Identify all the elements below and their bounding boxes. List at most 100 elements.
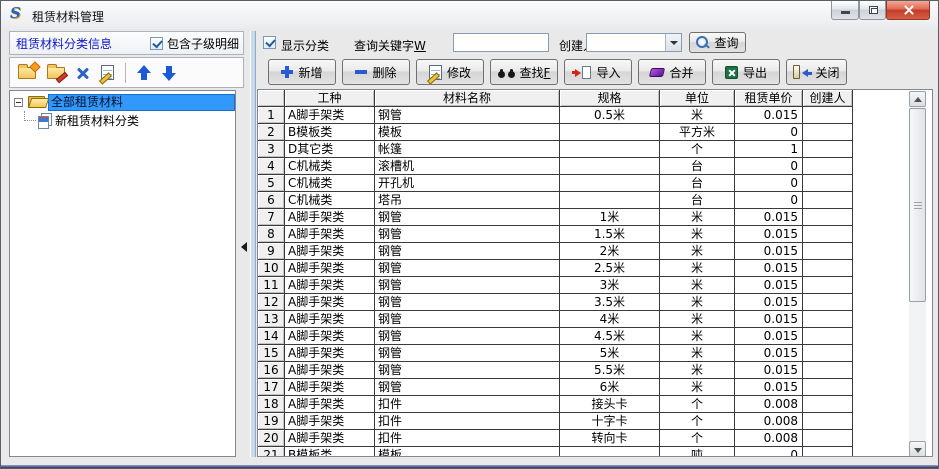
data-cell[interactable]: 0 xyxy=(735,175,803,192)
data-cell[interactable]: 0.015 xyxy=(735,328,803,345)
edit-category-icon[interactable] xyxy=(47,67,65,79)
data-cell[interactable] xyxy=(803,277,853,294)
data-cell[interactable]: 钢管 xyxy=(375,362,560,379)
data-cell[interactable]: 吨 xyxy=(660,447,735,457)
scrollbar-thumb[interactable] xyxy=(909,108,926,302)
merge-button[interactable]: 合并 xyxy=(638,59,706,85)
data-cell[interactable]: 0 xyxy=(735,447,803,457)
data-cell[interactable] xyxy=(803,294,853,311)
data-cell[interactable] xyxy=(560,124,660,141)
data-cell[interactable] xyxy=(803,260,853,277)
data-cell[interactable]: A脚手架类 xyxy=(285,396,375,413)
data-cell[interactable] xyxy=(803,243,853,260)
data-cell[interactable] xyxy=(803,413,853,430)
data-cell[interactable]: 0.015 xyxy=(735,294,803,311)
data-cell[interactable]: 米 xyxy=(660,243,735,260)
data-cell[interactable]: A脚手架类 xyxy=(285,328,375,345)
data-cell[interactable]: 转向卡 xyxy=(560,430,660,447)
data-cell[interactable]: A脚手架类 xyxy=(285,379,375,396)
category-note-edit-icon[interactable] xyxy=(101,65,114,80)
data-cell[interactable]: 0.015 xyxy=(735,209,803,226)
data-cell[interactable]: 米 xyxy=(660,209,735,226)
row-number-cell[interactable]: 3 xyxy=(258,141,285,158)
data-cell[interactable]: 个 xyxy=(660,141,735,158)
data-cell[interactable] xyxy=(560,141,660,158)
splitter-collapse-icon[interactable] xyxy=(241,242,247,252)
data-cell[interactable]: 5.5米 xyxy=(560,362,660,379)
data-cell[interactable]: 0.015 xyxy=(735,379,803,396)
data-cell[interactable]: A脚手架类 xyxy=(285,107,375,124)
include-sub-detail-checkbox[interactable] xyxy=(150,37,163,50)
data-cell[interactable]: 2米 xyxy=(560,243,660,260)
row-number-cell[interactable]: 16 xyxy=(258,362,285,379)
data-cell[interactable]: 米 xyxy=(660,379,735,396)
data-cell[interactable]: 0 xyxy=(735,124,803,141)
data-cell[interactable]: B模板类 xyxy=(285,124,375,141)
data-cell[interactable]: 台 xyxy=(660,158,735,175)
panel-splitter[interactable] xyxy=(250,31,256,457)
row-number-cell[interactable]: 6 xyxy=(258,192,285,209)
data-cell[interactable]: A脚手架类 xyxy=(285,311,375,328)
row-number-cell[interactable]: 1 xyxy=(258,107,285,124)
row-number-cell[interactable]: 2 xyxy=(258,124,285,141)
grid-corner-header[interactable] xyxy=(258,90,285,107)
data-cell[interactable]: 钢管 xyxy=(375,294,560,311)
data-cell[interactable]: 4.5米 xyxy=(560,328,660,345)
maximize-button[interactable] xyxy=(859,1,886,20)
close-window-button[interactable] xyxy=(886,1,930,20)
data-cell[interactable] xyxy=(560,158,660,175)
data-cell[interactable] xyxy=(803,226,853,243)
data-cell[interactable]: 0 xyxy=(735,158,803,175)
export-button[interactable]: 导出 xyxy=(712,59,780,85)
data-cell[interactable]: 0.015 xyxy=(735,311,803,328)
data-cell[interactable]: 1米 xyxy=(560,209,660,226)
data-cell[interactable] xyxy=(803,158,853,175)
data-cell[interactable]: 个 xyxy=(660,430,735,447)
data-cell[interactable]: 十字卡 xyxy=(560,413,660,430)
data-cell[interactable] xyxy=(803,311,853,328)
data-cell[interactable]: 钢管 xyxy=(375,243,560,260)
data-cell[interactable]: 3.5米 xyxy=(560,294,660,311)
data-cell[interactable]: 个 xyxy=(660,396,735,413)
data-cell[interactable]: 4米 xyxy=(560,311,660,328)
data-cell[interactable] xyxy=(803,107,853,124)
data-cell[interactable]: 0.008 xyxy=(735,396,803,413)
data-cell[interactable]: 0 xyxy=(735,192,803,209)
column-header[interactable]: 材料名称 xyxy=(375,90,560,107)
scroll-down-icon[interactable] xyxy=(909,441,926,457)
data-cell[interactable]: 0.015 xyxy=(735,277,803,294)
data-cell[interactable]: A脚手架类 xyxy=(285,294,375,311)
row-number-cell[interactable]: 20 xyxy=(258,430,285,447)
data-cell[interactable]: B模板类 xyxy=(285,447,375,457)
data-cell[interactable]: A脚手架类 xyxy=(285,243,375,260)
data-cell[interactable]: A脚手架类 xyxy=(285,260,375,277)
row-number-cell[interactable]: 7 xyxy=(258,209,285,226)
data-cell[interactable]: 钢管 xyxy=(375,328,560,345)
data-cell[interactable]: 钢管 xyxy=(375,379,560,396)
data-cell[interactable]: 0.015 xyxy=(735,345,803,362)
data-cell[interactable]: 0.015 xyxy=(735,243,803,260)
creator-select[interactable] xyxy=(586,33,682,52)
data-cell[interactable] xyxy=(803,175,853,192)
data-cell[interactable]: 塔吊 xyxy=(375,192,560,209)
data-cell[interactable]: 钢管 xyxy=(375,311,560,328)
new-category-icon[interactable] xyxy=(18,67,36,79)
data-cell[interactable] xyxy=(803,379,853,396)
add-button[interactable]: 新增 xyxy=(268,59,336,85)
data-cell[interactable]: 钢管 xyxy=(375,226,560,243)
data-cell[interactable]: 钢管 xyxy=(375,345,560,362)
data-cell[interactable] xyxy=(803,345,853,362)
data-cell[interactable]: 6米 xyxy=(560,379,660,396)
data-cell[interactable] xyxy=(560,447,660,457)
data-cell[interactable]: 米 xyxy=(660,294,735,311)
data-cell[interactable]: 接头卡 xyxy=(560,396,660,413)
data-cell[interactable]: 米 xyxy=(660,260,735,277)
data-cell[interactable]: 1.5米 xyxy=(560,226,660,243)
data-cell[interactable]: 0.5米 xyxy=(560,107,660,124)
data-cell[interactable]: 米 xyxy=(660,328,735,345)
data-cell[interactable]: A脚手架类 xyxy=(285,430,375,447)
data-cell[interactable]: 钢管 xyxy=(375,209,560,226)
data-cell[interactable]: 3米 xyxy=(560,277,660,294)
data-cell[interactable] xyxy=(803,396,853,413)
tree-node-root[interactable]: 全部租赁材料 xyxy=(10,93,235,111)
